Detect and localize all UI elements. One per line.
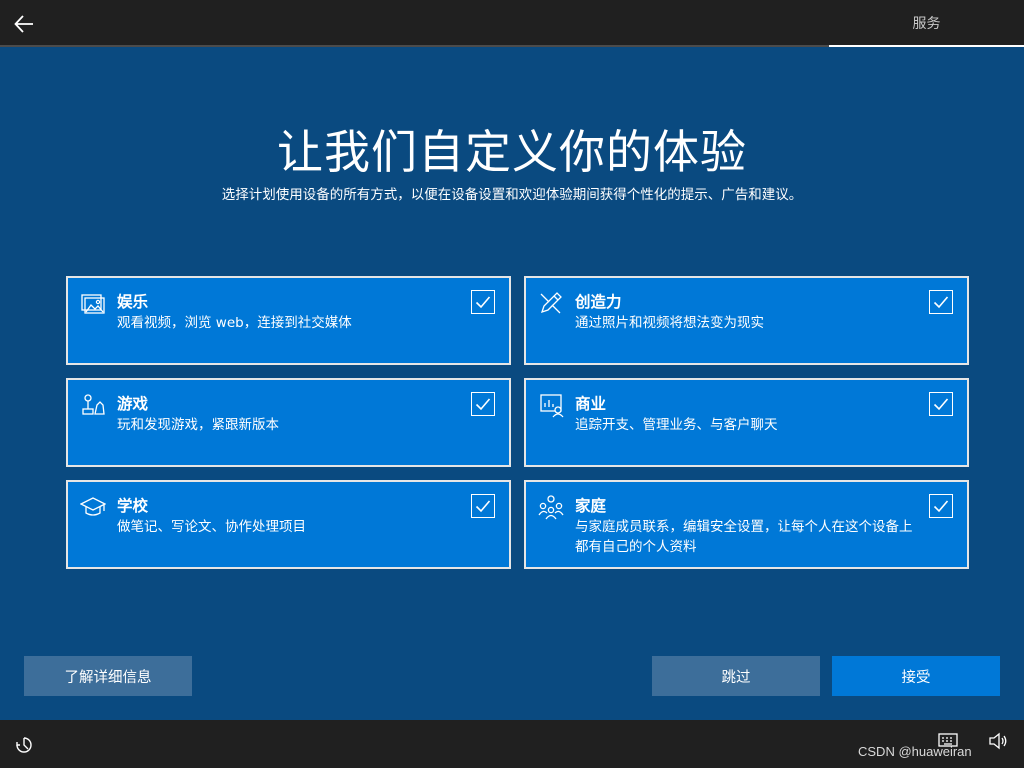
game-icon [82,394,105,415]
checkbox[interactable] [471,290,495,314]
family-icon [538,495,564,520]
card-title: 创造力 [575,293,622,311]
page-title: 让我们自定义你的体验 [277,125,747,179]
watermark: CSDN @huaweiran [858,744,972,759]
back-button[interactable] [10,10,38,38]
checkbox[interactable] [929,290,953,314]
checkbox[interactable] [929,392,953,416]
card-description: 通过照片和视频将想法变为现实 [575,315,764,331]
checkmark-icon [933,500,949,513]
checkbox[interactable] [471,392,495,416]
card-description: 与家庭成员联系，编辑安全设置，让每个人在这个设备上都有自己的个人资料 [575,519,913,555]
card-title: 游戏 [117,395,149,413]
accept-button[interactable]: 接受 [832,656,1000,696]
checkbox[interactable] [929,494,953,518]
ease-of-access-icon[interactable] [14,735,34,755]
back-arrow-icon [14,15,33,33]
card-title: 学校 [117,497,149,515]
page-subtitle: 选择计划使用设备的所有方式，以便在设备设置和欢迎体验期间获得个性化的提示、广告和… [221,187,803,203]
business-icon [540,394,564,418]
checkmark-icon [475,398,491,411]
picture-icon [81,294,105,314]
card-gaming[interactable]: 游戏 玩和发现游戏，紧跟新版本 [66,378,511,467]
bottom-bar: CSDN @huaweiran [0,720,1024,768]
card-creativity[interactable]: 创造力 通过照片和视频将想法变为现实 [524,276,969,365]
card-description: 做笔记、写论文、协作处理项目 [117,519,306,535]
checkmark-icon [475,296,491,309]
card-family[interactable]: 家庭 与家庭成员联系，编辑安全设置，让每个人在这个设备上都有自己的个人资料 [524,480,969,569]
card-description: 观看视频，浏览 web，连接到社交媒体 [117,315,352,331]
card-title: 家庭 [575,497,607,515]
checkmark-icon [475,500,491,513]
checkmark-icon [933,296,949,309]
card-description: 玩和发现游戏，紧跟新版本 [117,417,279,433]
card-school[interactable]: 学校 做笔记、写论文、协作处理项目 [66,480,511,569]
tab-service[interactable]: 服务 [829,0,1024,47]
header-divider [0,45,829,47]
top-bar: 服务 [0,0,1024,47]
graduation-cap-icon [80,497,106,516]
pen-icon [540,292,562,314]
card-title: 娱乐 [117,293,149,311]
card-title: 商业 [575,395,607,413]
checkbox[interactable] [471,494,495,518]
skip-button[interactable]: 跳过 [652,656,820,696]
card-business[interactable]: 商业 追踪开支、管理业务、与客户聊天 [524,378,969,467]
checkmark-icon [933,398,949,411]
learn-more-button[interactable]: 了解详细信息 [24,656,192,696]
card-entertainment[interactable]: 娱乐 观看视频，浏览 web，连接到社交媒体 [66,276,511,365]
volume-icon[interactable] [988,732,1008,750]
card-description: 追踪开支、管理业务、与客户聊天 [575,417,778,433]
